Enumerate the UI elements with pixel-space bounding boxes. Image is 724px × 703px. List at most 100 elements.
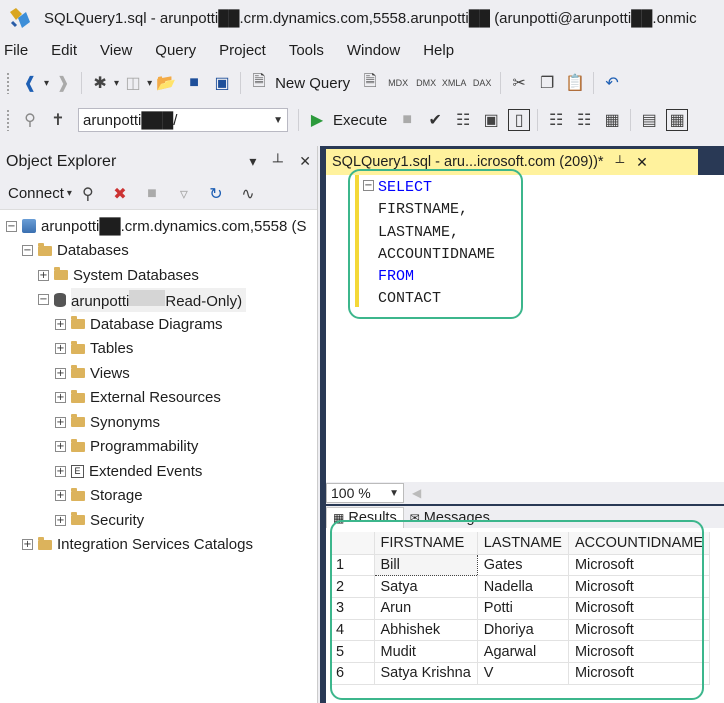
tree-node-storage[interactable]: + Storage (0, 484, 317, 509)
execute-icon[interactable]: ▶ (306, 109, 328, 131)
back-dropdown-icon[interactable]: ▾ (44, 78, 49, 89)
menu-help[interactable]: Help (419, 42, 465, 59)
tree-node-user-database[interactable]: − arunpotti Read-Only) (0, 287, 317, 313)
change-connection-icon[interactable]: ✝ (47, 109, 69, 131)
forward-icon[interactable]: ❱ (52, 72, 74, 94)
menu-view[interactable]: View (96, 42, 143, 59)
folder-icon (71, 414, 85, 428)
connect-button[interactable]: Connect (8, 185, 64, 202)
node-label: Views (90, 364, 130, 382)
folder-icon (71, 438, 85, 452)
save-icon[interactable]: ■ (183, 72, 205, 94)
tree-node-programmability[interactable]: + Programmability (0, 435, 317, 460)
scroll-left-icon[interactable]: ◀ (412, 486, 421, 500)
dax-query-icon[interactable]: DAX (471, 72, 493, 94)
pin-icon[interactable]: ┴ (273, 153, 283, 169)
include-actual-plan-icon[interactable]: ☷ (545, 109, 567, 131)
folder-icon (38, 242, 52, 256)
expand-icon[interactable]: + (55, 343, 66, 355)
expand-icon[interactable]: + (55, 392, 66, 404)
expand-icon[interactable]: + (38, 269, 49, 281)
expand-icon[interactable]: + (55, 490, 66, 502)
extended-events-icon: E (71, 464, 84, 478)
cut-icon[interactable]: ✂ (508, 72, 530, 94)
execute-button[interactable]: Execute (333, 112, 387, 129)
tree-node-databases[interactable]: − Databases (0, 239, 317, 264)
tree-node-extended-events[interactable]: + E Extended Events (0, 459, 317, 484)
client-statistics-icon[interactable]: ▦ (601, 109, 623, 131)
toolbar-grip[interactable] (6, 109, 10, 131)
zoom-select[interactable]: 100 % ▼ (326, 483, 404, 503)
new-query-icon[interactable]: 🗎 (248, 72, 270, 94)
toolbar-grip[interactable] (6, 72, 10, 94)
results-to-text-icon[interactable]: ▤ (638, 109, 660, 131)
menu-edit[interactable]: Edit (47, 42, 88, 59)
database-engine-query-icon[interactable]: 🗎 (359, 72, 381, 94)
expand-icon[interactable]: + (55, 416, 66, 428)
new-project-dropdown-icon[interactable]: ▾ (114, 78, 119, 89)
available-databases-select[interactable]: arunpotti███/ ▼ (78, 108, 288, 132)
node-label: Extended Events (89, 462, 203, 480)
results-to-grid-icon[interactable]: ▦ (666, 109, 689, 131)
intellisense-icon[interactable]: ▯ (508, 109, 531, 131)
tree-node-views[interactable]: + Views (0, 361, 317, 386)
tree-node-database-diagrams[interactable]: + Database Diagrams (0, 312, 317, 337)
menu-file[interactable]: File (0, 42, 39, 59)
plug-icon[interactable]: ⚲ (77, 183, 99, 205)
back-icon[interactable]: ❰ (19, 72, 41, 94)
expand-icon[interactable]: + (55, 318, 66, 330)
tree-node-security[interactable]: + Security (0, 508, 317, 533)
display-estimated-plan-icon[interactable]: ☷ (452, 109, 474, 131)
tree-node-external-resources[interactable]: + External Resources (0, 386, 317, 411)
add-item-icon[interactable]: ◫ (122, 72, 144, 94)
collapse-icon[interactable]: − (38, 294, 49, 306)
query-editor[interactable]: − SELECT FIRSTNAME, LASTNAME, ACCOUNTIDN… (326, 169, 724, 485)
new-project-icon[interactable]: ✱ (89, 72, 111, 94)
connect-icon[interactable]: ⚲ (19, 109, 41, 131)
query-designer-icon[interactable]: ▣ (480, 109, 502, 131)
menu-query[interactable]: Query (151, 42, 207, 59)
collapse-icon[interactable]: − (6, 220, 17, 232)
expand-icon[interactable]: + (55, 441, 66, 453)
tree-node-synonyms[interactable]: + Synonyms (0, 410, 317, 435)
close-icon[interactable]: ✕ (636, 154, 648, 171)
expand-icon[interactable]: + (22, 539, 33, 551)
expand-icon[interactable]: + (55, 514, 66, 526)
menu-tools[interactable]: Tools (285, 42, 335, 59)
tree-node-system-databases[interactable]: + System Databases (0, 263, 317, 288)
window-position-icon[interactable]: ▾ (249, 153, 256, 169)
add-item-dropdown-icon[interactable]: ▾ (147, 78, 152, 89)
separator (500, 72, 502, 94)
xmla-query-icon[interactable]: XMLA (442, 72, 467, 94)
undo-icon[interactable]: ↶ (601, 72, 623, 94)
open-file-icon[interactable]: 📂 (155, 72, 177, 94)
connect-dropdown-icon[interactable]: ▾ (67, 188, 72, 199)
live-query-stats-icon[interactable]: ☷ (573, 109, 595, 131)
expand-icon[interactable]: + (55, 367, 66, 379)
menu-project[interactable]: Project (215, 42, 277, 59)
filter-icon[interactable]: ▿ (173, 183, 195, 205)
copy-icon[interactable]: ❐ (536, 72, 558, 94)
dmx-query-icon[interactable]: DMX (415, 72, 437, 94)
cancel-query-icon[interactable]: ■ (396, 109, 418, 131)
menu-window[interactable]: Window (343, 42, 411, 59)
activity-monitor-icon[interactable]: ∿ (237, 183, 259, 205)
tree-node-integration-services[interactable]: + Integration Services Catalogs (0, 533, 317, 558)
close-icon[interactable]: ✕ (299, 153, 311, 169)
tree-node-tables[interactable]: + Tables (0, 337, 317, 362)
node-label: Storage (90, 487, 143, 505)
paste-icon[interactable]: 📋 (564, 72, 586, 94)
chevron-down-icon: ▼ (273, 114, 283, 126)
stop-icon[interactable]: ■ (141, 183, 163, 205)
expand-icon[interactable]: + (55, 465, 66, 477)
parse-icon[interactable]: ✔ (424, 109, 446, 131)
mdx-query-icon[interactable]: MDX (387, 72, 409, 94)
disconnect-icon[interactable]: ✖ (109, 183, 131, 205)
save-all-icon[interactable]: ▣ (211, 72, 233, 94)
node-label: Security (90, 511, 145, 529)
pin-icon[interactable]: ┴ (616, 155, 625, 169)
collapse-icon[interactable]: − (22, 245, 33, 257)
new-query-button[interactable]: New Query (275, 75, 350, 92)
tree-node-server[interactable]: − arunpotti██.crm.dynamics.com,5558 (S (0, 214, 317, 239)
refresh-icon[interactable]: ↻ (205, 183, 227, 205)
